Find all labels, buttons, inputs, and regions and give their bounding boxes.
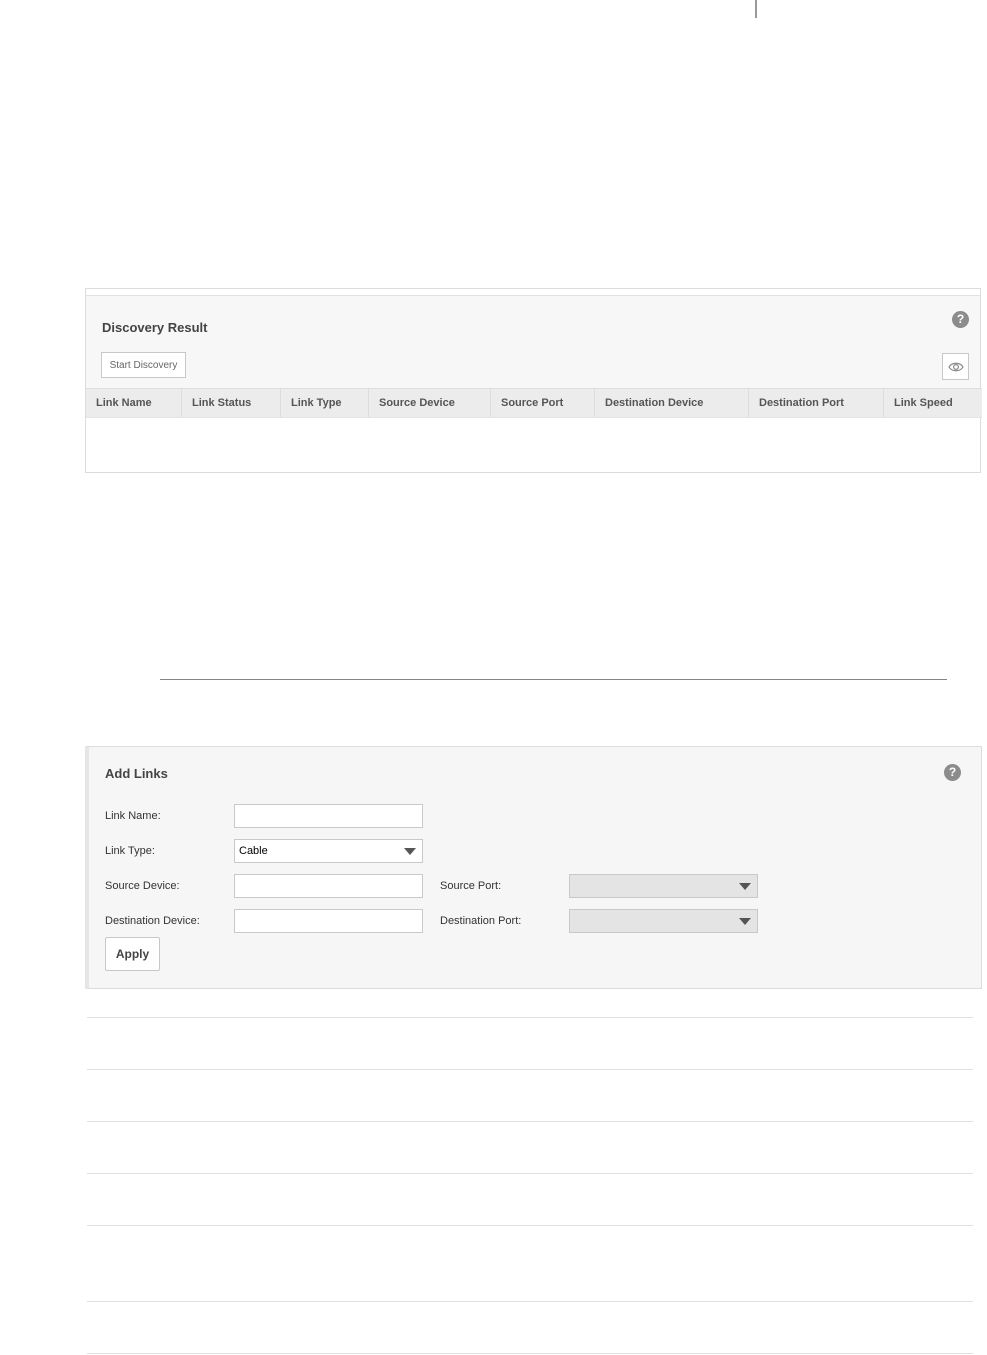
row-divider [87, 1069, 973, 1070]
row-divider [87, 1121, 973, 1122]
column-source-port[interactable]: Source Port [490, 389, 594, 417]
discovery-title: Discovery Result [102, 320, 208, 335]
column-link-type[interactable]: Link Type [280, 389, 368, 417]
top-edge-marker [755, 0, 757, 18]
source-port-label: Source Port: [440, 880, 502, 892]
section-divider [160, 679, 947, 680]
column-source-device[interactable]: Source Device [368, 389, 490, 417]
start-discovery-button[interactable]: Start Discovery [101, 352, 186, 378]
eye-icon [947, 362, 964, 371]
destination-device-label: Destination Device: [105, 915, 200, 927]
column-destination-port[interactable]: Destination Port [748, 389, 883, 417]
destination-device-input[interactable] [234, 909, 423, 933]
help-icon[interactable]: ? [952, 311, 969, 328]
destination-port-label: Destination Port: [440, 915, 522, 927]
apply-button[interactable]: Apply [105, 937, 160, 971]
chevron-down-icon [404, 848, 416, 855]
link-type-select[interactable]: Cable [234, 839, 423, 863]
link-name-input[interactable] [234, 804, 423, 828]
source-port-select[interactable] [569, 874, 758, 898]
help-icon[interactable]: ? [944, 764, 961, 781]
row-divider [87, 1225, 973, 1226]
source-device-label: Source Device: [105, 880, 180, 892]
destination-port-select[interactable] [569, 909, 758, 933]
add-links-panel: Add Links ? Link Name: Link Type: Cable … [85, 746, 982, 989]
link-type-value: Cable [239, 845, 268, 857]
chevron-down-icon [739, 883, 751, 890]
add-links-title: Add Links [105, 766, 168, 781]
chevron-down-icon [739, 918, 751, 925]
discovery-table-header: Link Name Link Status Link Type Source D… [86, 388, 982, 418]
link-name-label: Link Name: [105, 810, 161, 822]
source-device-input[interactable] [234, 874, 423, 898]
column-link-speed[interactable]: Link Speed [883, 389, 982, 417]
column-visibility-button[interactable] [942, 353, 969, 380]
row-divider [87, 1173, 973, 1174]
column-link-status[interactable]: Link Status [181, 389, 280, 417]
row-divider [87, 1017, 973, 1018]
column-link-name[interactable]: Link Name [86, 389, 181, 417]
column-destination-device[interactable]: Destination Device [594, 389, 748, 417]
discovery-toolbar-area: Discovery Result ? Start Discovery [86, 295, 980, 388]
link-type-label: Link Type: [105, 845, 155, 857]
discovery-result-panel: Discovery Result ? Start Discovery Link … [85, 288, 982, 473]
row-divider [87, 1301, 973, 1302]
row-divider [87, 1353, 973, 1354]
